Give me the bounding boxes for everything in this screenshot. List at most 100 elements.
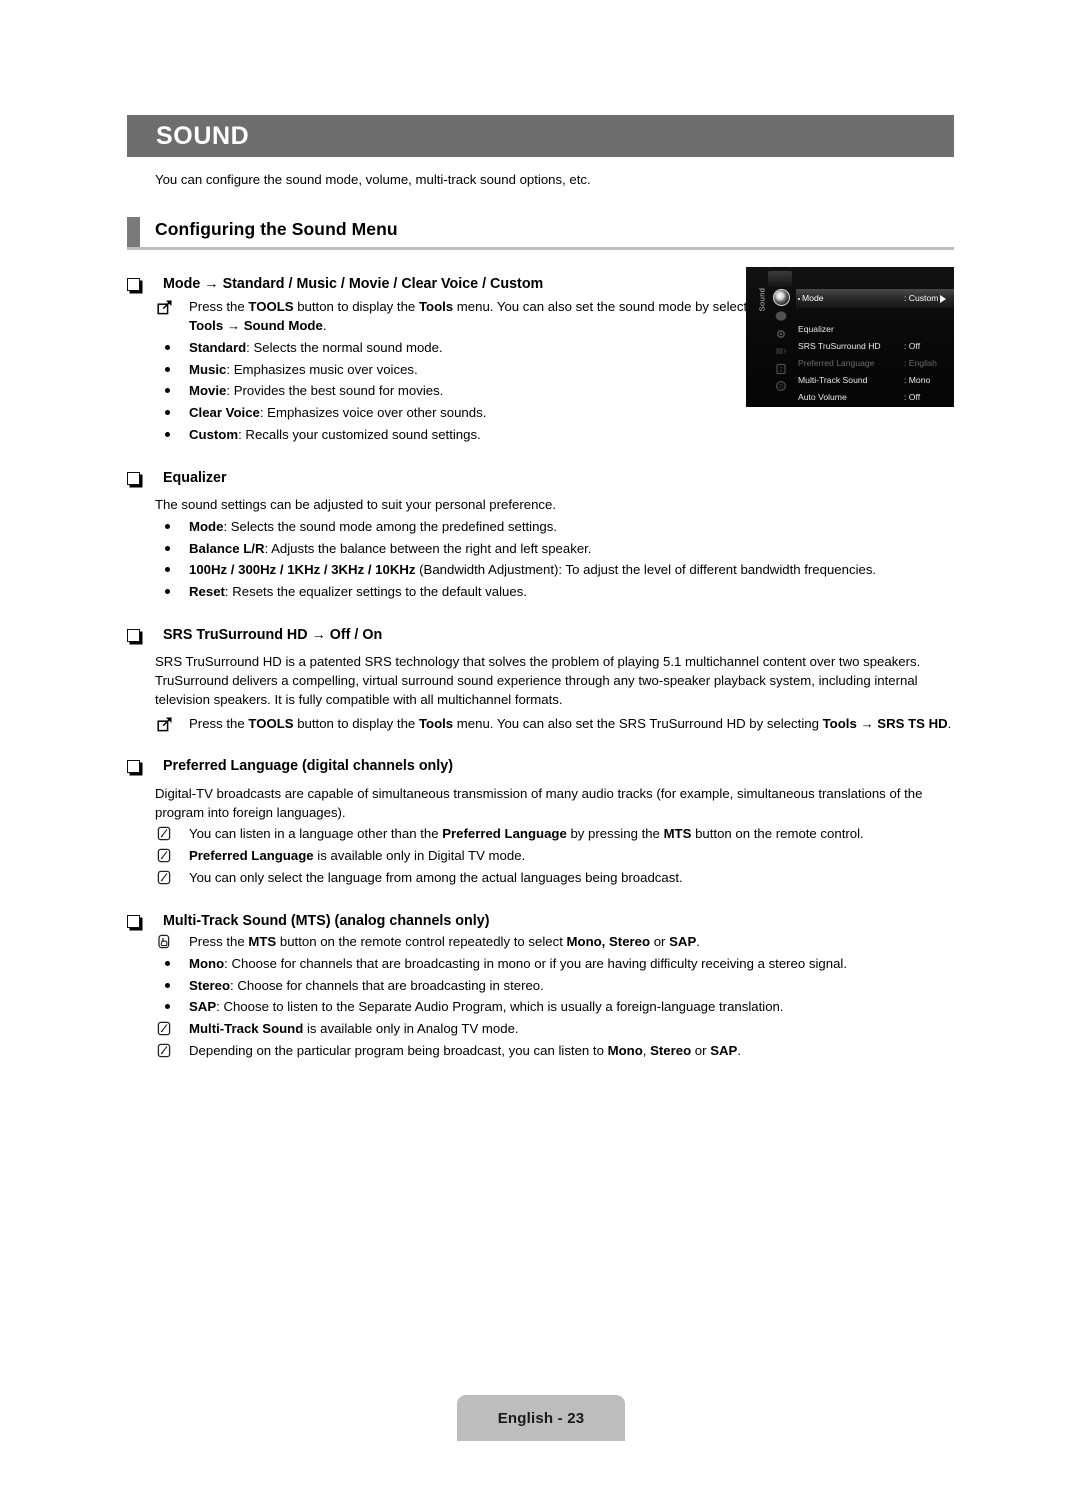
osd-row-label: Auto Volume bbox=[798, 392, 847, 402]
subsection-heading-srs-label: SRS TruSurround HD → Off / On bbox=[163, 626, 383, 643]
dot-bullet-icon bbox=[165, 982, 170, 988]
mode-tools-note: Press the TOOLS button to display the To… bbox=[127, 298, 769, 335]
osd-picture-menu-icon bbox=[768, 271, 792, 287]
note-text: Depending on the particular program bein… bbox=[189, 1042, 608, 1058]
osd-row-multi-track-sound[interactable]: Multi-Track Sound : Mono bbox=[798, 372, 950, 389]
list-item-term: Balance L/R bbox=[189, 540, 265, 556]
subsection-heading-equalizer: Equalizer bbox=[127, 469, 954, 488]
list-item-term: Clear Voice bbox=[189, 405, 260, 421]
osd-row-value: : TV Speaker bbox=[904, 406, 954, 407]
list-item-term: Custom bbox=[189, 426, 239, 442]
page-footer-tab: English - 23 bbox=[457, 1395, 625, 1441]
osd-row-label: SRS TruSurround HD bbox=[798, 341, 881, 351]
list-item: SAP: Choose to listen to the Separate Au… bbox=[127, 998, 954, 1017]
note-text: button to display the bbox=[293, 715, 419, 731]
subsection-heading-mts-label: Multi-Track Sound (MTS) (analog channels… bbox=[163, 912, 490, 929]
note-icon bbox=[157, 1043, 174, 1059]
note-strong: Mono bbox=[607, 1042, 643, 1058]
note-strong: Mono, Stereo bbox=[566, 934, 651, 950]
svg-text:2: 2 bbox=[779, 367, 783, 373]
osd-row-value: : Custom bbox=[904, 293, 939, 303]
osd-selection-dot-icon bbox=[798, 297, 800, 300]
note-text: menu. You can also set the sound mode by… bbox=[453, 299, 765, 315]
osd-row-mode[interactable]: Mode : Custom bbox=[798, 290, 950, 307]
osd-row-label: Preferred Language bbox=[798, 358, 875, 368]
note-text: . bbox=[322, 318, 327, 334]
list-item-desc: : Provides the best sound for movies. bbox=[226, 383, 444, 399]
osd-row-value: : Off bbox=[904, 341, 921, 351]
osd-auto-volume-icon: 2) bbox=[773, 379, 789, 393]
note-text: button on the remote control repeatedly … bbox=[276, 934, 567, 950]
note-text: is available only in Analog TV mode. bbox=[303, 1021, 519, 1037]
note-text: Press the bbox=[189, 934, 249, 950]
subsection-heading-mode-label: Mode → Standard / Music / Movie / Clear … bbox=[163, 275, 544, 292]
list-item-desc: (Bandwidth Adjustment): To adjust the le… bbox=[415, 562, 877, 578]
page-number-label: English - 23 bbox=[497, 1409, 585, 1427]
srs-tools-note: Press the TOOLS button to display the To… bbox=[127, 715, 954, 734]
square-bullet-icon bbox=[127, 471, 140, 485]
note-strong: Preferred Language bbox=[189, 848, 314, 864]
list-item-desc: : Emphasizes music over voices. bbox=[226, 361, 418, 377]
note-strong: TOOLS bbox=[248, 299, 294, 315]
list-item-desc: : Choose for channels that are broadcast… bbox=[224, 955, 848, 971]
note-text: or bbox=[650, 934, 670, 950]
list-item-desc: : Recalls your customized sound settings… bbox=[238, 426, 481, 442]
dot-bullet-icon bbox=[165, 567, 170, 573]
subsection-heading-preferred-language: Preferred Language (digital channels onl… bbox=[127, 757, 954, 776]
note-strong: MTS bbox=[663, 826, 692, 842]
dot-bullet-icon bbox=[165, 431, 170, 437]
list-item-desc: : Choose to listen to the Separate Audio… bbox=[216, 999, 784, 1015]
note-text: , bbox=[642, 1042, 651, 1058]
note-text: . bbox=[947, 715, 952, 731]
note-strong: Tools bbox=[418, 299, 454, 315]
note-item: Preferred Language is available only in … bbox=[127, 847, 954, 866]
osd-row-value: : Mono bbox=[904, 375, 931, 385]
subsection-heading-srs: SRS TruSurround HD → Off / On bbox=[127, 626, 954, 645]
list-item-term: SAP bbox=[189, 999, 217, 1015]
section-title: Configuring the Sound Menu bbox=[155, 218, 398, 239]
note-text: by pressing the bbox=[566, 826, 664, 842]
chapter-intro: You can configure the sound mode, volume… bbox=[155, 172, 591, 187]
list-item-term: 100Hz / 300Hz / 1KHz / 3KHz / 10KHz bbox=[189, 562, 416, 578]
chapter-title: SOUND bbox=[156, 121, 250, 150]
osd-row-auto-volume[interactable]: Auto Volume : Off bbox=[798, 389, 950, 406]
osd-multitrack-icon: 2 bbox=[773, 362, 789, 376]
manual-page: SOUND You can configure the sound mode, … bbox=[0, 0, 1080, 1488]
list-item-term: Music bbox=[189, 361, 227, 377]
srs-paragraph: SRS TruSurround HD is a patented SRS tec… bbox=[155, 654, 921, 707]
note-icon bbox=[157, 848, 174, 864]
osd-row-speaker-select[interactable]: Speaker Select : TV Speaker bbox=[798, 406, 950, 407]
square-bullet-icon bbox=[127, 760, 140, 774]
dot-bullet-icon bbox=[165, 1004, 170, 1010]
note-strong: Stereo bbox=[650, 1042, 692, 1058]
osd-row-srs[interactable]: SRS TruSurround HD : Off bbox=[798, 338, 950, 355]
note-text: You can only select the language from am… bbox=[189, 869, 683, 885]
subsection-heading-preferred-language-label: Preferred Language (digital channels onl… bbox=[163, 758, 453, 775]
note-strong: Multi-Track Sound bbox=[189, 1021, 304, 1037]
subsection-heading-mts: Multi-Track Sound (MTS) (analog channels… bbox=[127, 912, 954, 931]
list-item-desc: : Choose for channels that are broadcast… bbox=[230, 977, 544, 993]
section-header: Configuring the Sound Menu bbox=[127, 216, 954, 251]
list-item-desc: : Selects the normal sound mode. bbox=[246, 339, 443, 355]
osd-rail-label: Sound bbox=[757, 287, 767, 312]
note-strong: Preferred Language bbox=[442, 826, 567, 842]
list-item: Stereo: Choose for channels that are bro… bbox=[127, 977, 954, 996]
list-item-term: Stereo bbox=[189, 977, 231, 993]
note-item: You can listen in a language other than … bbox=[127, 825, 954, 844]
list-item-term: Mode bbox=[189, 518, 224, 534]
osd-row-label: Equalizer bbox=[798, 324, 834, 334]
svg-text:2): 2) bbox=[779, 384, 784, 390]
osd-row-equalizer[interactable]: Equalizer bbox=[798, 321, 950, 338]
dot-bullet-icon bbox=[165, 366, 170, 372]
dot-bullet-icon bbox=[165, 388, 170, 394]
osd-row-value: : Off bbox=[904, 392, 921, 402]
note-text: button to display the bbox=[293, 299, 419, 315]
list-item-desc: : Adjusts the balance between the right … bbox=[264, 540, 592, 556]
note-strong: TOOLS bbox=[248, 715, 294, 731]
section-divider bbox=[127, 246, 954, 250]
osd-preferred-language-icon bbox=[773, 344, 789, 358]
list-item: Custom: Recalls your customized sound se… bbox=[127, 426, 954, 445]
osd-spacer bbox=[798, 307, 950, 321]
note-text: is available only in Digital TV mode. bbox=[313, 848, 526, 864]
note-text: . bbox=[737, 1042, 741, 1058]
